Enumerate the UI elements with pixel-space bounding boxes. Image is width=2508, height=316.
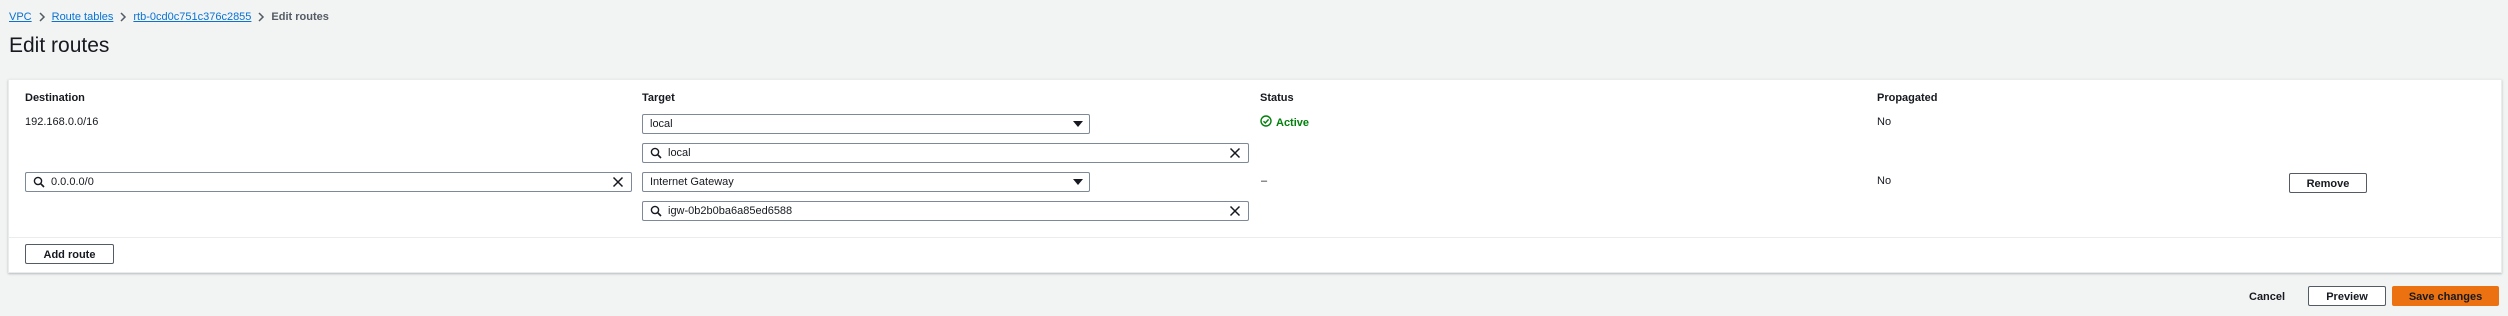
target-type-value: Internet Gateway (650, 176, 734, 188)
search-icon (33, 176, 45, 194)
search-icon (650, 205, 662, 223)
target-type-value: local (650, 118, 673, 130)
target-search-field (642, 143, 1249, 163)
column-header-status: Status (1260, 92, 1294, 104)
target-type-select[interactable]: Internet Gateway (642, 172, 1090, 192)
add-route-button[interactable]: Add route (25, 244, 114, 264)
chevron-right-icon (251, 11, 271, 23)
target-search-field (642, 201, 1249, 221)
breadcrumb-route-table-id-link[interactable]: rtb-0cd0c751c376c2855 (133, 11, 251, 23)
page-title: Edit routes (9, 34, 110, 57)
caret-down-icon (1073, 179, 1083, 185)
routes-panel: Destination Target Status Propagated 192… (8, 79, 2502, 273)
propagated-value: No (1877, 116, 1892, 128)
column-header-destination: Destination (25, 92, 85, 104)
check-circle-icon (1260, 115, 1276, 130)
caret-down-icon (1073, 121, 1083, 127)
preview-button[interactable]: Preview (2308, 286, 2386, 306)
close-icon[interactable] (612, 176, 624, 194)
breadcrumb: VPC Route tables rtb-0cd0c751c376c2855 E… (9, 8, 329, 26)
target-search-input[interactable] (668, 145, 1218, 161)
close-icon[interactable] (1229, 147, 1241, 165)
destination-search-field (25, 172, 632, 192)
target-search-input[interactable] (668, 203, 1218, 219)
breadcrumb-current: Edit routes (271, 11, 329, 23)
column-header-target: Target (642, 92, 675, 104)
propagated-value: No (1877, 175, 1892, 187)
target-type-select[interactable]: local (642, 114, 1090, 134)
search-icon (650, 147, 662, 165)
status-text: – (1261, 175, 1268, 187)
status-text: Active (1276, 116, 1310, 129)
breadcrumb-route-tables-link[interactable]: Route tables (52, 11, 114, 23)
cancel-button[interactable]: Cancel (2249, 291, 2285, 303)
chevron-right-icon (32, 11, 52, 23)
save-changes-button[interactable]: Save changes (2392, 286, 2499, 306)
chevron-right-icon (113, 11, 133, 23)
destination-value: 192.168.0.0/16 (25, 116, 99, 128)
column-header-propagated: Propagated (1877, 92, 1938, 104)
breadcrumb-vpc-link[interactable]: VPC (9, 11, 32, 23)
divider (9, 237, 2501, 238)
remove-route-button[interactable]: Remove (2289, 173, 2367, 193)
status-badge: Active (1260, 115, 1309, 130)
close-icon[interactable] (1229, 205, 1241, 223)
destination-input[interactable] (51, 174, 601, 190)
